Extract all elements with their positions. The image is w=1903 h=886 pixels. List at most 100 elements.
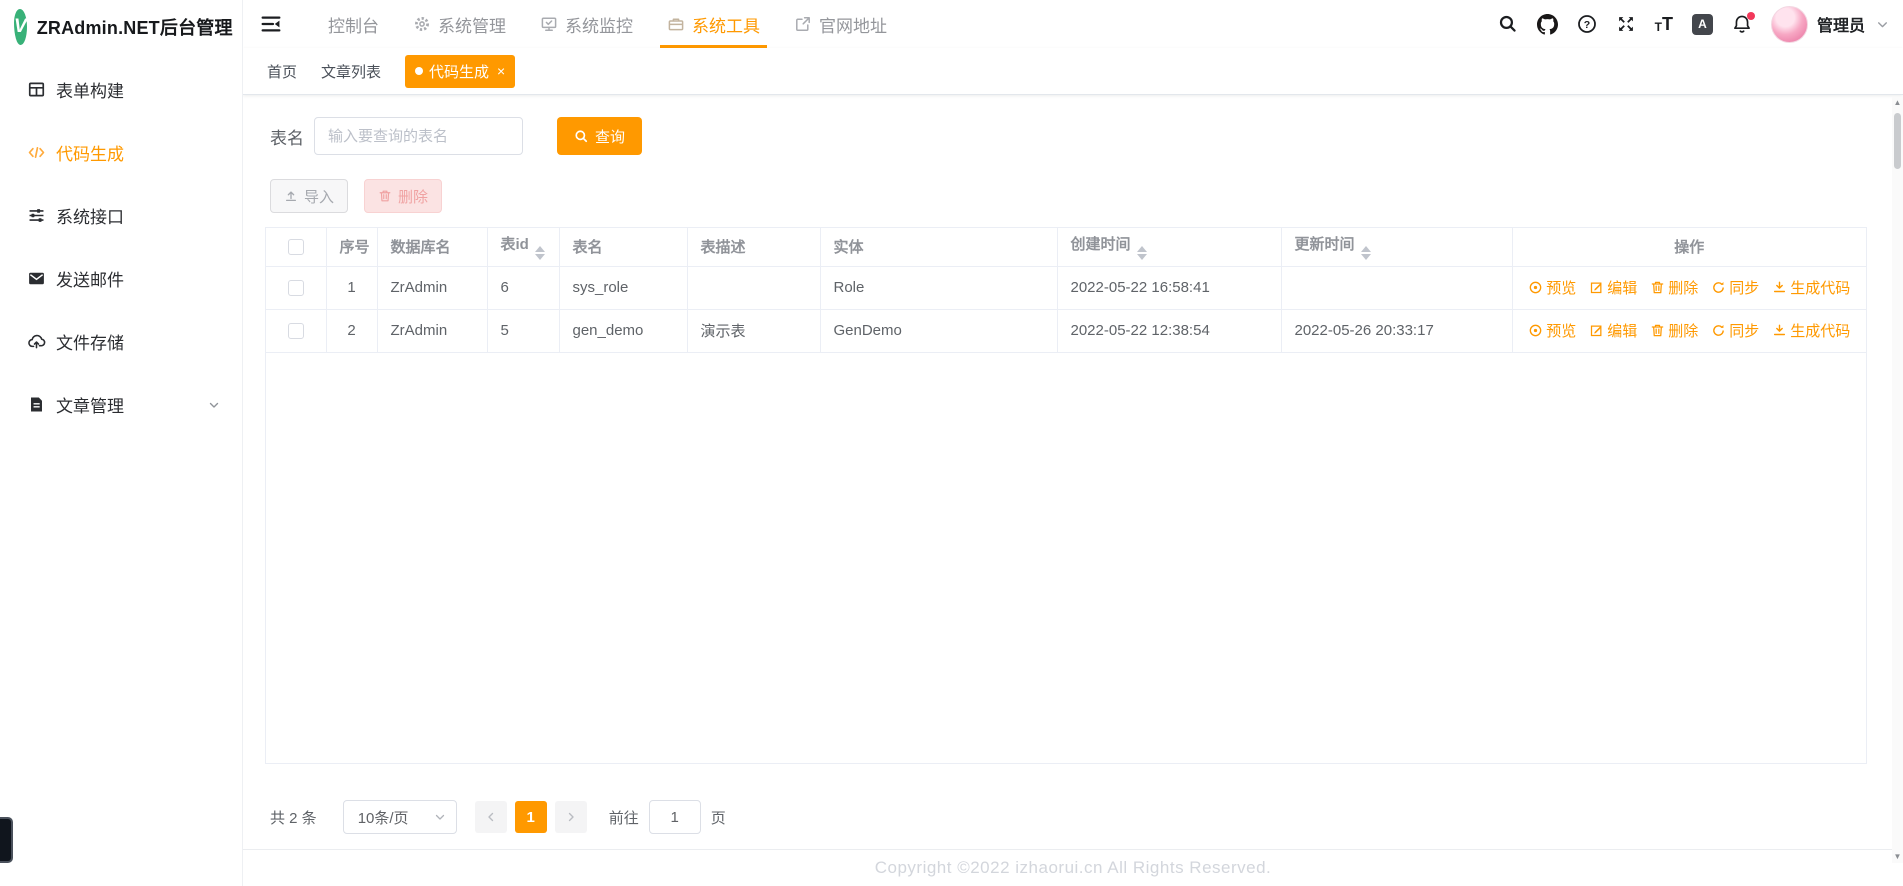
sort-icon[interactable] <box>1360 246 1371 261</box>
row-checkbox[interactable] <box>287 323 304 340</box>
select-all-checkbox[interactable] <box>287 239 304 256</box>
page-size-select[interactable]: 10条/页 <box>342 800 457 834</box>
action-label: 删除 <box>1668 280 1699 297</box>
topnav-item-label: 官网地址 <box>819 16 887 36</box>
table-name-label: 表名 <box>270 128 304 148</box>
column-header-updated[interactable]: 更新时间 <box>1295 236 1355 253</box>
sidebar-item-form-builder[interactable]: 表单构建 <box>0 58 242 121</box>
external-link-icon <box>794 15 812 33</box>
tab-article-list[interactable]: 文章列表 <box>321 61 381 82</box>
tab-home[interactable]: 首页 <box>267 61 297 82</box>
document-icon <box>25 395 47 414</box>
action-label: 同步 <box>1729 323 1760 340</box>
edit-icon <box>1591 325 1602 337</box>
avatar[interactable] <box>1770 5 1808 43</box>
prev-page-button[interactable] <box>474 801 507 833</box>
app-title: ZRAdmin.NET后台管理 <box>36 18 233 38</box>
chevron-down-icon <box>435 814 444 820</box>
delete-action[interactable]: 删除 <box>1650 277 1698 298</box>
topnav-item-system-monitor[interactable]: 系统监控 <box>523 0 650 48</box>
topnav-item-label: 系统管理 <box>438 16 506 36</box>
scroll-up-icon[interactable]: ▲ <box>1894 99 1902 107</box>
cell-db: ZrAdmin <box>390 279 448 296</box>
bottom-left-handle[interactable] <box>0 817 13 863</box>
query-form: 表名 查询 <box>265 117 1881 155</box>
delete-action[interactable]: 删除 <box>1650 320 1698 341</box>
cell-entity: GenDemo <box>833 322 902 339</box>
table-name-input[interactable] <box>314 117 523 155</box>
generate-code-action[interactable]: 生成代码 <box>1772 277 1850 298</box>
import-button[interactable]: 导入 <box>270 179 349 213</box>
sort-icon[interactable] <box>534 246 545 261</box>
column-header-table-name: 表名 <box>572 239 603 257</box>
cell-created: 2022-05-22 16:58:41 <box>1070 279 1210 296</box>
row-checkbox[interactable] <box>287 280 304 297</box>
pagination: 共 2 条 10条/页 1 前往 页 <box>265 800 1881 834</box>
search-button-label: 查询 <box>595 128 626 146</box>
action-label: 生成代码 <box>1790 323 1851 340</box>
preview-action[interactable]: 预览 <box>1528 320 1576 341</box>
sidebar-item-send-mail[interactable]: 发送邮件 <box>0 247 242 310</box>
edit-action[interactable]: 编辑 <box>1589 277 1637 298</box>
sidebar-collapse-icon[interactable] <box>257 10 285 38</box>
form-grid-icon <box>25 80 47 99</box>
page-footer: Copyright ©2022 izhaorui.cn All Rights R… <box>243 849 1903 886</box>
edit-icon <box>1591 282 1602 294</box>
scrollbar-thumb[interactable] <box>1894 113 1901 169</box>
search-button[interactable]: 查询 <box>557 117 643 155</box>
action-label: 预览 <box>1546 280 1577 297</box>
font-size-icon[interactable]: TT <box>1655 15 1673 33</box>
vertical-scrollbar[interactable]: ▲ ▼ <box>1892 97 1903 863</box>
sidebar-item-file-storage[interactable]: 文件存储 <box>0 310 242 373</box>
column-header-table-id[interactable]: 表id <box>501 236 529 253</box>
sidebar-item-label: 系统接口 <box>56 208 124 227</box>
user-name[interactable]: 管理员 <box>1817 12 1865 36</box>
preview-action[interactable]: 预览 <box>1528 277 1576 298</box>
chevron-down-icon[interactable] <box>1876 18 1889 31</box>
sidebar-item-label: 文件存储 <box>56 334 124 353</box>
cell-entity: Role <box>833 279 865 296</box>
sidebar-item-article-mgmt[interactable]: 文章管理 <box>0 373 242 436</box>
action-label: 同步 <box>1729 280 1760 297</box>
column-header-desc: 表描述 <box>700 239 746 257</box>
column-header-actions: 操作 <box>1674 239 1705 257</box>
download-icon <box>1774 324 1786 336</box>
data-table: 序号 数据库名 表id 表名 表描述 实体 创建时间 更新时间 操作 1 ZrA… <box>265 227 1867 764</box>
fullscreen-icon[interactable] <box>1616 14 1636 34</box>
page-unit-label: 页 <box>710 809 726 827</box>
sync-action[interactable]: 同步 <box>1711 277 1759 298</box>
translate-icon[interactable]: A <box>1691 13 1713 35</box>
cell-table-id: 6 <box>500 279 509 296</box>
row-actions: 预览 编辑 删除 同步 生成代码 <box>1526 320 1854 341</box>
github-icon[interactable] <box>1536 13 1558 35</box>
cell-updated: 2022-05-26 20:33:17 <box>1294 322 1434 339</box>
sort-icon[interactable] <box>1136 246 1147 261</box>
bell-icon[interactable] <box>1732 12 1755 34</box>
goto-page-input[interactable] <box>648 800 701 834</box>
topnav-item-system-tools[interactable]: 系统工具 <box>650 0 777 48</box>
search-icon[interactable] <box>1498 14 1518 34</box>
cell-seq: 1 <box>347 279 356 296</box>
next-page-button[interactable] <box>554 801 587 833</box>
topnav-item-website[interactable]: 官网地址 <box>777 0 904 48</box>
tab-code-gen[interactable]: 代码生成 × <box>405 54 516 88</box>
page-number-button[interactable]: 1 <box>514 801 547 833</box>
close-icon[interactable]: × <box>497 64 505 78</box>
sidebar-item-code-gen[interactable]: 代码生成 <box>0 121 242 184</box>
trash-icon <box>1651 324 1664 337</box>
delete-button[interactable]: 删除 <box>364 179 443 213</box>
sync-action[interactable]: 同步 <box>1711 320 1759 341</box>
topnav-item-system-mgmt[interactable]: 系统管理 <box>396 0 523 48</box>
app-logo[interactable]: V ZRAdmin.NET后台管理 <box>0 0 242 54</box>
action-label: 删除 <box>1668 323 1699 340</box>
scroll-down-icon[interactable]: ▼ <box>1894 853 1902 861</box>
column-header-created[interactable]: 创建时间 <box>1071 236 1131 253</box>
row-actions: 预览 编辑 删除 同步 生成代码 <box>1526 277 1854 298</box>
generate-code-action[interactable]: 生成代码 <box>1772 320 1850 341</box>
sidebar-item-system-api[interactable]: 系统接口 <box>0 184 242 247</box>
table-row: 2 ZrAdmin 5 gen_demo 演示表 GenDemo 2022-05… <box>266 309 1866 353</box>
action-label: 预览 <box>1546 323 1577 340</box>
edit-action[interactable]: 编辑 <box>1589 320 1637 341</box>
help-icon[interactable]: ? <box>1577 14 1597 34</box>
topnav-item-console[interactable]: 控制台 <box>311 0 396 48</box>
